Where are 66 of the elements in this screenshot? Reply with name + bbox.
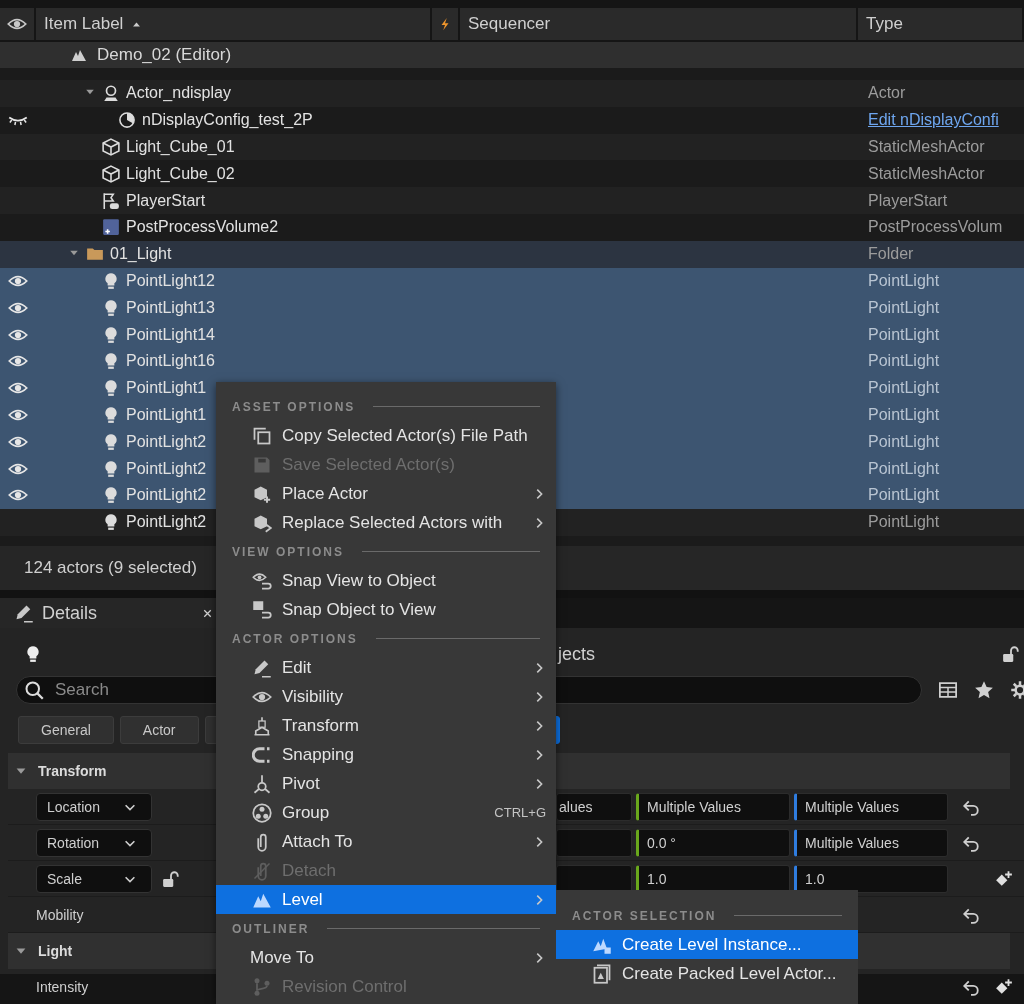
menu-label: Group (282, 802, 330, 823)
section-title: VIEW OPTIONS (232, 544, 344, 559)
menu-label: Snap Object to View (282, 599, 436, 620)
item-label: PointLight1 (126, 379, 207, 398)
menu-label: Visibility (282, 686, 344, 707)
item-label: PointLight2 (126, 459, 207, 478)
menu-label: Pivot (282, 773, 320, 794)
type-label: PointLight (868, 271, 940, 289)
column-label: Type (866, 14, 903, 34)
type-label: PointLight (868, 379, 940, 397)
section-title: Transform (38, 763, 107, 779)
menu-label: Edit (282, 657, 312, 678)
item-label: PointLight2 (126, 486, 207, 505)
section-title: Light (38, 943, 73, 959)
item-label: PostProcessVolume2 (126, 218, 279, 237)
type-label: PointLight (868, 352, 940, 370)
level-label: Demo_02 (Editor) (97, 45, 232, 65)
menu-label: Replace Selected Actors with (282, 512, 503, 533)
item-label: nDisplayConfig_test_2P (142, 111, 313, 130)
selection-info: jects (558, 643, 595, 665)
type-label: StaticMeshActor (868, 138, 985, 155)
type-label: PlayerStart (868, 191, 948, 209)
property-label: Mobility (36, 906, 84, 923)
section-title: ACTOR OPTIONS (232, 631, 358, 646)
section-title: ACTOR SELECTION (572, 908, 717, 923)
item-label: PointLight16 (126, 352, 215, 371)
type-label: PostProcessVolum (868, 218, 1003, 236)
type-label: PointLight (868, 298, 940, 316)
menu-label: Transform (282, 715, 359, 736)
menu-label: Move To (250, 947, 314, 968)
type-label: PointLight (868, 325, 940, 343)
menu-label: Snapping (282, 744, 354, 765)
item-label: Light_Cube_01 (126, 138, 235, 156)
item-label: PointLight14 (126, 325, 215, 344)
type-label: PointLight (868, 486, 940, 504)
item-label: 01_Light (110, 245, 172, 264)
item-label: PointLight1 (126, 405, 207, 424)
item-label: Actor_ndisplay (126, 84, 231, 103)
type-label: PointLight (868, 459, 940, 477)
menu-label: Attach To (282, 831, 353, 852)
type-label: Folder (868, 245, 914, 263)
menu-label: Place Actor (282, 483, 368, 504)
shortcut-label: CTRL+G (494, 805, 546, 820)
type-label: StaticMeshActor (868, 164, 985, 182)
column-label: Item Label (44, 14, 124, 34)
type-label: PointLight (868, 432, 940, 450)
tab-title: Details (42, 602, 98, 624)
item-label: PointLight12 (126, 271, 215, 290)
item-label: Light_Cube_02 (126, 164, 235, 183)
type-label: PointLight (868, 513, 940, 531)
section-title: OUTLINER (232, 921, 310, 936)
section-title: ASSET OPTIONS (232, 399, 356, 414)
type-label: PointLight (868, 405, 940, 423)
item-label: PointLight2 (126, 432, 207, 451)
item-label: PointLight13 (126, 298, 215, 317)
type-label: Actor (868, 84, 906, 102)
column-label: Sequencer (468, 14, 551, 34)
menu-label: Copy Selected Actor(s) File Path (282, 425, 528, 446)
menu-label: Create Packed Level Actor... (622, 963, 837, 984)
menu-label: Create Level Instance... (622, 934, 802, 955)
property-label: Intensity (36, 978, 89, 995)
menu-label: Snap View to Object (282, 570, 436, 591)
item-label: PlayerStart (126, 191, 206, 210)
menu-label: Level (282, 889, 323, 910)
actor-count: 124 actors (9 selected) (24, 558, 197, 578)
item-label: PointLight2 (126, 513, 207, 532)
